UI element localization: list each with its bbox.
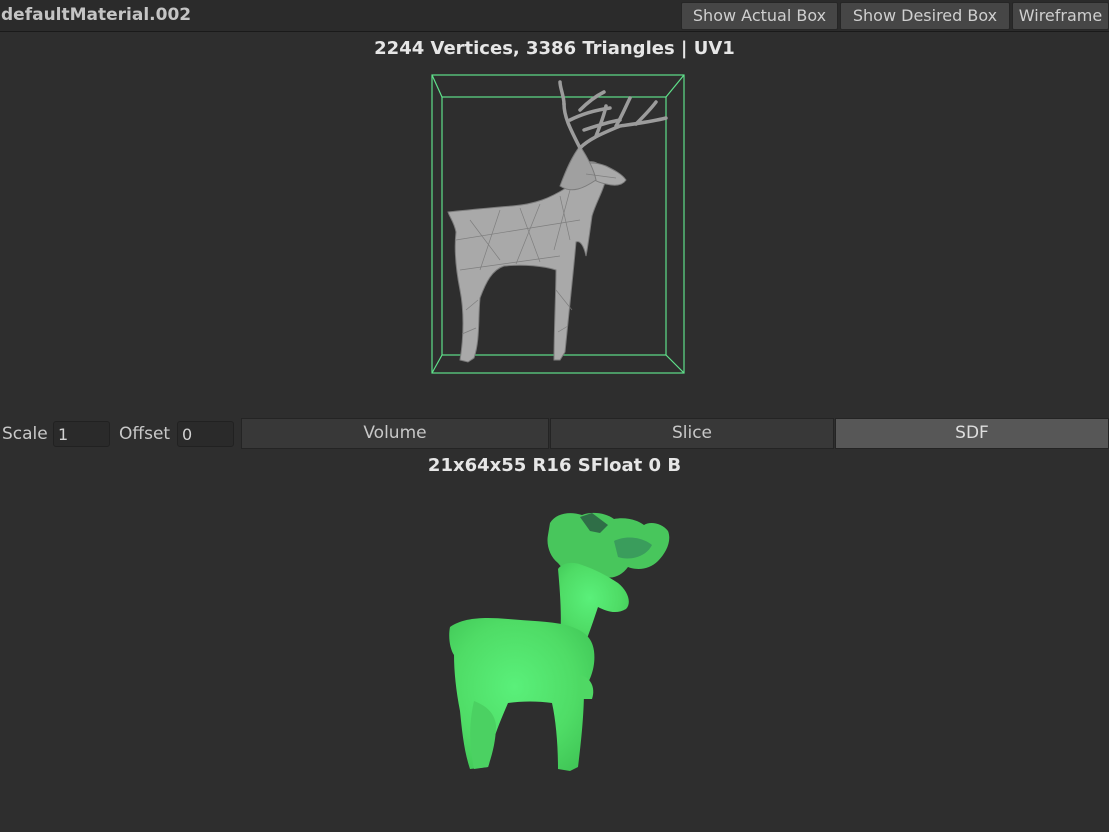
sdf-preview-viewport[interactable]	[430, 505, 690, 785]
preview-toolbar: defaultMaterial.002 Show Actual Box Show…	[0, 0, 1109, 32]
wireframe-button[interactable]: Wireframe	[1012, 2, 1109, 30]
sdf-deer	[449, 512, 670, 771]
deer-mesh	[447, 80, 668, 363]
mesh-stats: 2244 Vertices, 3386 Triangles | UV1	[374, 38, 735, 59]
tab-sdf[interactable]: SDF	[835, 418, 1109, 449]
tab-volume[interactable]: Volume	[241, 418, 549, 449]
material-name: defaultMaterial.002	[1, 5, 192, 25]
tab-slice[interactable]: Slice	[550, 418, 834, 449]
show-actual-box-button[interactable]: Show Actual Box	[681, 2, 838, 30]
scale-label: Scale	[2, 424, 48, 444]
sdf-preview-window: defaultMaterial.002 Show Actual Box Show…	[0, 0, 1109, 832]
offset-label: Offset	[119, 424, 171, 444]
show-desired-box-button[interactable]: Show Desired Box	[840, 2, 1010, 30]
sdf-controls-row: Scale 1 Offset 0 Volume Slice SDF	[0, 418, 1109, 449]
offset-field[interactable]: 0	[177, 421, 234, 447]
mesh-preview-viewport[interactable]	[420, 70, 700, 390]
texture-info: 21x64x55 R16 SFloat 0 B	[427, 455, 682, 476]
scale-field[interactable]: 1	[53, 421, 110, 447]
